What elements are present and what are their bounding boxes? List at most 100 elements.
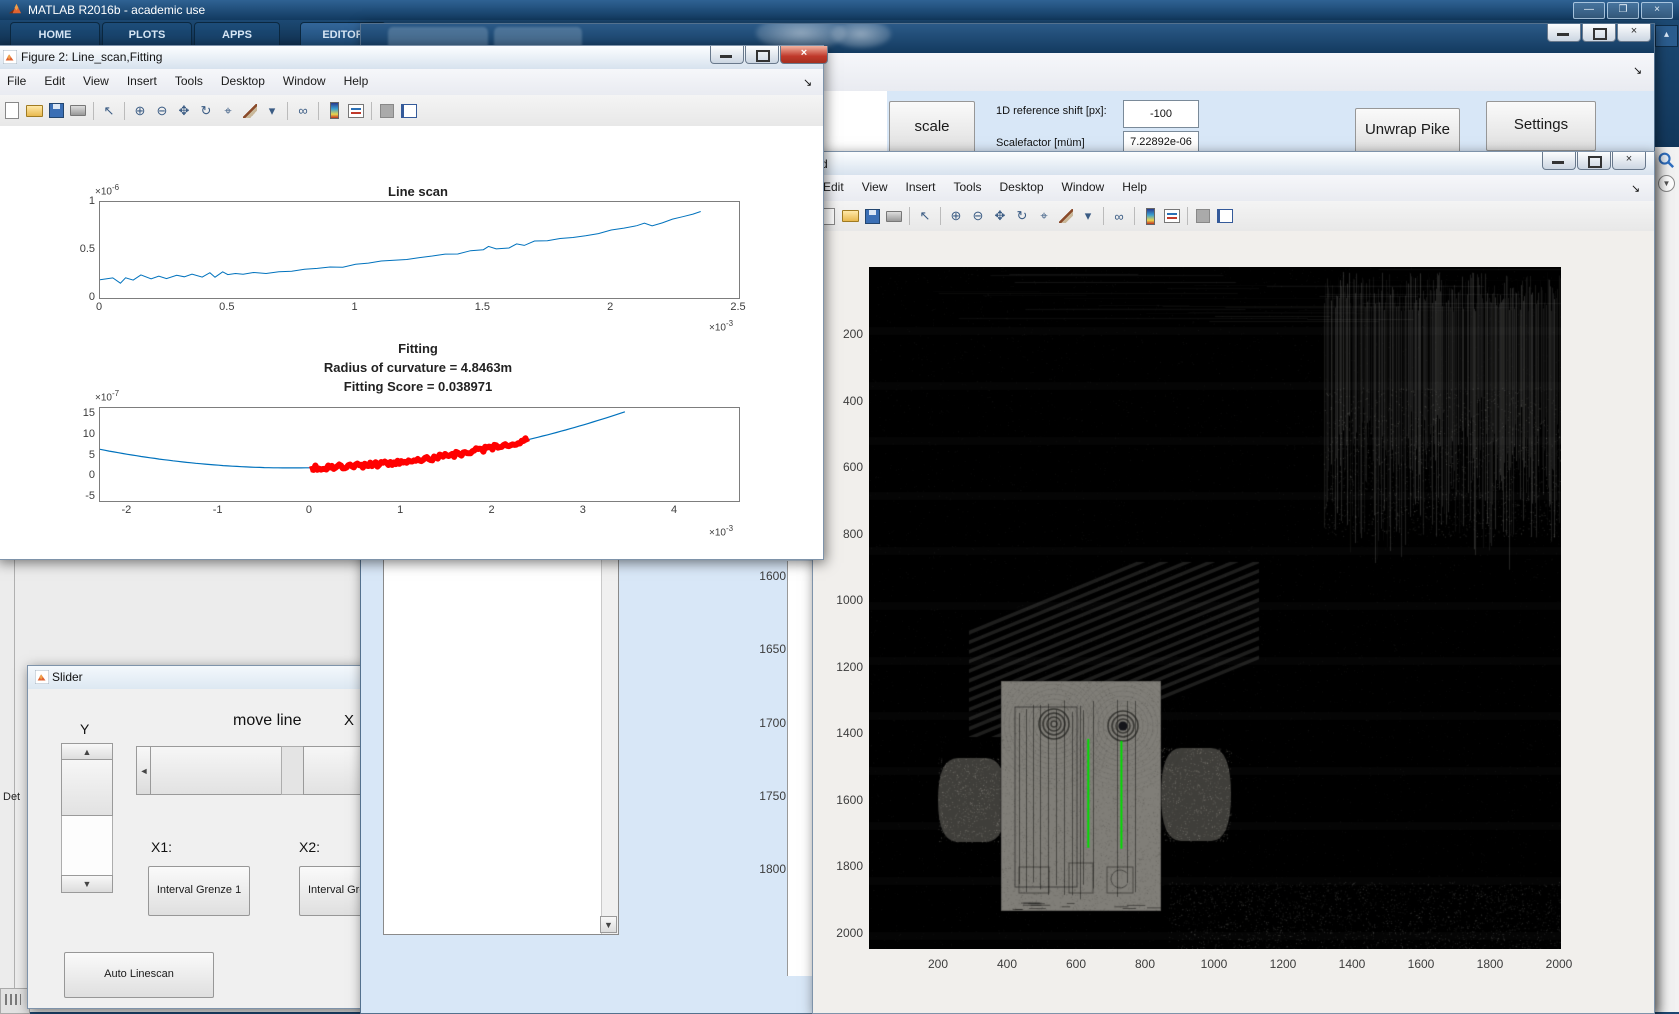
menu-overflow-icon[interactable]: ↘ bbox=[1633, 64, 1642, 77]
image-xtick: 400 bbox=[997, 957, 1017, 971]
fitting-xtick: 3 bbox=[580, 504, 586, 516]
legend-icon[interactable] bbox=[1162, 206, 1182, 226]
minimize-button[interactable] bbox=[1542, 152, 1576, 170]
chevron-down-circle-icon[interactable]: ▼ bbox=[1658, 175, 1675, 192]
print-icon[interactable] bbox=[68, 101, 88, 121]
restore-button[interactable]: ❐ bbox=[1607, 2, 1639, 19]
slider-window-title: Slider bbox=[52, 670, 83, 684]
menu-item[interactable]: Insert bbox=[905, 180, 935, 194]
fig2-titlebar[interactable]: Figure 2: Line_scan,Fitting × bbox=[0, 46, 823, 70]
save-icon[interactable] bbox=[46, 101, 66, 121]
auto-linescan-button[interactable]: Auto Linescan bbox=[64, 952, 214, 998]
zoom-out-icon[interactable]: ⊖ bbox=[968, 206, 988, 226]
dropdown-icon[interactable]: ▾ bbox=[1078, 206, 1098, 226]
restore-button[interactable] bbox=[1582, 24, 1616, 42]
menu-item[interactable]: File bbox=[7, 74, 26, 88]
gui-listbox[interactable]: ▼ bbox=[383, 526, 619, 935]
x1-label: X1: bbox=[151, 839, 172, 855]
legend-icon[interactable] bbox=[346, 101, 366, 121]
image-xtick: 1800 bbox=[1477, 957, 1504, 971]
unwrapped-image[interactable] bbox=[869, 267, 1561, 949]
cursor-icon[interactable]: ↖ bbox=[915, 206, 935, 226]
image-xtick: 600 bbox=[1066, 957, 1086, 971]
menu-item[interactable]: Edit bbox=[44, 74, 65, 88]
data-cursor-icon[interactable]: ⌖ bbox=[1034, 206, 1054, 226]
settings-button[interactable]: Settings bbox=[1486, 101, 1596, 151]
menu-item[interactable]: Help bbox=[344, 74, 369, 88]
fitting-ytick: 5 bbox=[89, 449, 95, 461]
cursor-icon[interactable]: ↖ bbox=[99, 101, 119, 121]
menu-item[interactable]: Tools bbox=[175, 74, 203, 88]
toolstrip-pin-icon[interactable]: ▴ bbox=[1655, 25, 1678, 47]
data-cursor-icon[interactable]: ⌖ bbox=[218, 101, 238, 121]
menu-item[interactable]: Edit bbox=[823, 180, 844, 194]
restore-button[interactable] bbox=[745, 46, 779, 64]
close-button[interactable]: × bbox=[780, 46, 828, 64]
minimize-button[interactable] bbox=[710, 46, 744, 64]
close-button[interactable]: × bbox=[1617, 24, 1651, 42]
save-icon[interactable] bbox=[862, 206, 882, 226]
link-plot-icon[interactable]: ∞ bbox=[1109, 206, 1129, 226]
listbox-scroll-down-arrow[interactable]: ▼ bbox=[600, 916, 617, 933]
y-slider-down-arrow[interactable]: ▼ bbox=[61, 875, 113, 893]
search-icon[interactable] bbox=[1657, 151, 1676, 175]
menu-item[interactable]: Desktop bbox=[1000, 180, 1044, 194]
fitting-y-exponent: ×10-7 bbox=[95, 389, 119, 403]
property-editor-icon[interactable] bbox=[1215, 206, 1235, 226]
scale-button[interactable]: scale bbox=[889, 101, 975, 154]
unwrap-pike-button[interactable]: Unwrap Pike bbox=[1355, 108, 1460, 154]
menu-overflow-icon[interactable]: ↘ bbox=[803, 76, 812, 89]
close-button[interactable]: × bbox=[1641, 2, 1673, 19]
menu-item[interactable]: Desktop bbox=[221, 74, 265, 88]
rotate-3d-icon[interactable]: ↻ bbox=[1012, 206, 1032, 226]
dock-icon[interactable] bbox=[1193, 206, 1213, 226]
dropdown-icon[interactable]: ▾ bbox=[262, 101, 282, 121]
link-plot-icon[interactable]: ∞ bbox=[293, 101, 313, 121]
brush-icon[interactable] bbox=[1056, 206, 1076, 226]
gui-axis-tick: 1750 bbox=[759, 789, 786, 803]
ref-shift-input[interactable]: -100 bbox=[1123, 100, 1199, 128]
fig2-window-controls: × bbox=[709, 46, 828, 64]
property-editor-icon[interactable] bbox=[399, 101, 419, 121]
menu-item[interactable]: Window bbox=[1062, 180, 1105, 194]
minimize-button[interactable]: — bbox=[1573, 2, 1605, 19]
menu-item[interactable]: Insert bbox=[127, 74, 157, 88]
dock-icon[interactable] bbox=[377, 101, 397, 121]
colorbar-icon[interactable] bbox=[1140, 206, 1160, 226]
rightfig-titlebar[interactable]: d × bbox=[813, 152, 1654, 176]
print-icon[interactable] bbox=[884, 206, 904, 226]
menu-item[interactable]: Help bbox=[1122, 180, 1147, 194]
close-button[interactable]: × bbox=[1612, 152, 1646, 170]
pan-hand-icon[interactable]: ✥ bbox=[174, 101, 194, 121]
x-slider-trough[interactable] bbox=[281, 746, 305, 795]
menu-item[interactable]: Tools bbox=[954, 180, 982, 194]
pan-hand-icon[interactable]: ✥ bbox=[990, 206, 1010, 226]
image-xtick: 1200 bbox=[1270, 957, 1297, 971]
rotate-3d-icon[interactable]: ↻ bbox=[196, 101, 216, 121]
fitting-xtick: -1 bbox=[213, 504, 223, 516]
menu-item[interactable]: View bbox=[862, 180, 888, 194]
brush-icon[interactable] bbox=[240, 101, 260, 121]
open-file-icon[interactable] bbox=[24, 101, 44, 121]
colorbar-icon[interactable] bbox=[324, 101, 344, 121]
open-file-icon[interactable] bbox=[840, 206, 860, 226]
menu-item[interactable]: Window bbox=[283, 74, 326, 88]
zoom-out-icon[interactable]: ⊖ bbox=[152, 101, 172, 121]
menu-item[interactable]: View bbox=[83, 74, 109, 88]
move-line-label: move line bbox=[233, 712, 301, 730]
zoom-in-icon[interactable]: ⊕ bbox=[946, 206, 966, 226]
fitting-axes[interactable] bbox=[99, 407, 740, 502]
menu-overflow-icon[interactable]: ↘ bbox=[1631, 182, 1640, 195]
x-slider-segment[interactable] bbox=[150, 746, 283, 795]
zoom-in-icon[interactable]: ⊕ bbox=[130, 101, 150, 121]
linescan-axes[interactable] bbox=[99, 201, 740, 299]
y-slider-label: Y bbox=[80, 721, 89, 737]
minimize-button[interactable] bbox=[1547, 24, 1581, 42]
new-file-icon[interactable] bbox=[2, 101, 22, 121]
listbox-scrollbar[interactable] bbox=[601, 527, 618, 934]
interval-grenze-1-button[interactable]: Interval Grenze 1 bbox=[148, 866, 250, 916]
restore-button[interactable] bbox=[1577, 152, 1611, 170]
y-slider-thumb[interactable] bbox=[61, 759, 113, 816]
rightfig-toolbar: ↖ ⊕⊖✥↻⌖ ▾ ∞ bbox=[813, 201, 1654, 232]
fig2-canvas: Line scan ×10-6 10.5000.511.522.5 ×10-3 … bbox=[0, 126, 823, 559]
